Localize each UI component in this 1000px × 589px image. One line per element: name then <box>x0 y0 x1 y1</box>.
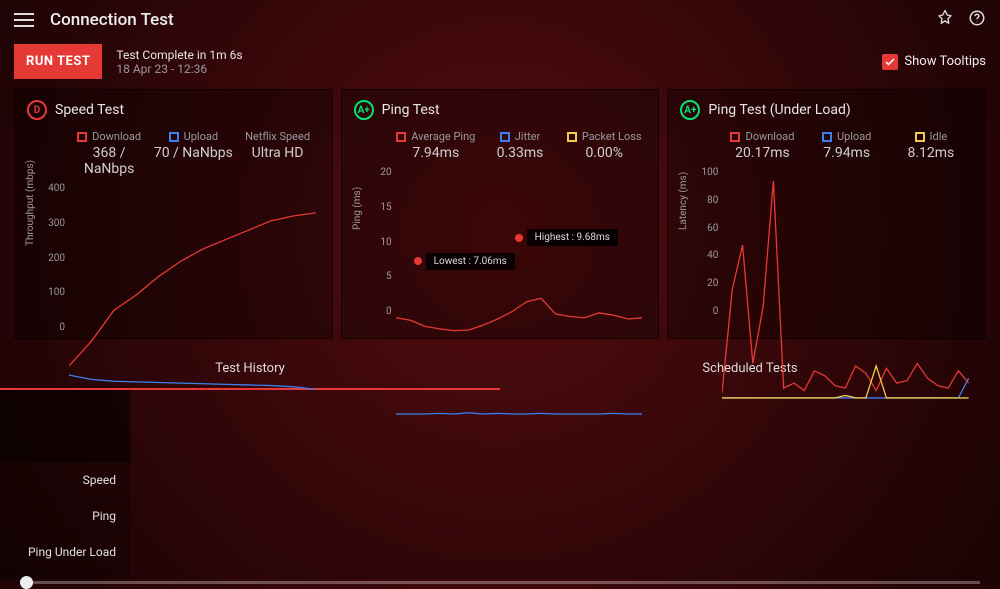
history-item-ping[interactable]: Ping <box>0 498 130 534</box>
speed-chart: Throughput (mbps) 4003002001000 <box>27 183 320 333</box>
speed-test-panel: D Speed Test Download 368 / NaNbps Uploa… <box>14 89 333 339</box>
history-chart-area <box>130 390 1000 580</box>
legend-swatch-icon <box>567 132 577 142</box>
history-slider[interactable] <box>20 581 980 584</box>
run-info: Test Complete in 1m 6s 18 Apr 23 - 12:36 <box>116 48 242 76</box>
test-timestamp: 18 Apr 23 - 12:36 <box>116 62 242 76</box>
legend-swatch-icon <box>169 132 179 142</box>
ping-chart: Ping (ms) 20151050 Lowest : 7.06ms Highe… <box>354 167 647 317</box>
legend-swatch-icon <box>822 132 832 142</box>
pingload-legend: Download 20.17ms Upload 7.94ms Idle 8.12… <box>680 126 973 163</box>
panel-title: Speed Test <box>55 102 124 118</box>
show-tooltips-toggle[interactable]: Show Tooltips <box>882 54 986 70</box>
panels-row: D Speed Test Download 368 / NaNbps Uploa… <box>0 89 1000 339</box>
run-test-button[interactable]: RUN TEST <box>14 44 102 79</box>
panel-title: Ping Test <box>382 102 440 118</box>
lowest-point-icon <box>414 257 422 265</box>
app-header: Connection Test <box>0 0 1000 40</box>
slider-thumb-icon[interactable] <box>20 576 33 589</box>
run-row: RUN TEST Test Complete in 1m 6s 18 Apr 2… <box>0 40 1000 89</box>
grade-badge: A+ <box>680 100 700 120</box>
page-title: Connection Test <box>50 10 174 30</box>
lowest-tooltip: Lowest : 7.06ms <box>426 253 515 270</box>
show-tooltips-label: Show Tooltips <box>904 54 986 69</box>
speed-legend: Download 368 / NaNbps Upload 70 / NaNbps… <box>27 126 320 179</box>
pingload-chart: Latency (ms) 100806040200 <box>680 167 973 317</box>
grade-badge: A+ <box>354 100 374 120</box>
grade-badge: D <box>27 100 47 120</box>
pin-icon[interactable] <box>936 9 954 31</box>
legend-swatch-icon <box>396 132 406 142</box>
history-area: Speed Ping Ping Under Load <box>0 390 1000 580</box>
legend-swatch-icon <box>915 132 925 142</box>
legend-swatch-icon <box>730 132 740 142</box>
history-item-speed[interactable]: Speed <box>0 462 130 498</box>
legend-swatch-icon <box>77 132 87 142</box>
ping-test-panel: A+ Ping Test Average Ping 7.94ms Jitter … <box>341 89 660 339</box>
highest-point-icon <box>515 234 523 242</box>
test-status: Test Complete in 1m 6s <box>116 48 242 62</box>
panel-title: Ping Test (Under Load) <box>708 102 850 118</box>
ping-load-panel: A+ Ping Test (Under Load) Download 20.17… <box>667 89 986 339</box>
checkbox-checked-icon <box>882 54 898 70</box>
highest-tooltip: Highest : 9.68ms <box>527 229 618 246</box>
legend-swatch-icon <box>500 132 510 142</box>
hamburger-icon[interactable] <box>14 13 34 27</box>
ping-legend: Average Ping 7.94ms Jitter 0.33ms Packet… <box>354 126 647 163</box>
help-icon[interactable] <box>968 9 986 31</box>
history-item-pingload[interactable]: Ping Under Load <box>0 534 130 570</box>
